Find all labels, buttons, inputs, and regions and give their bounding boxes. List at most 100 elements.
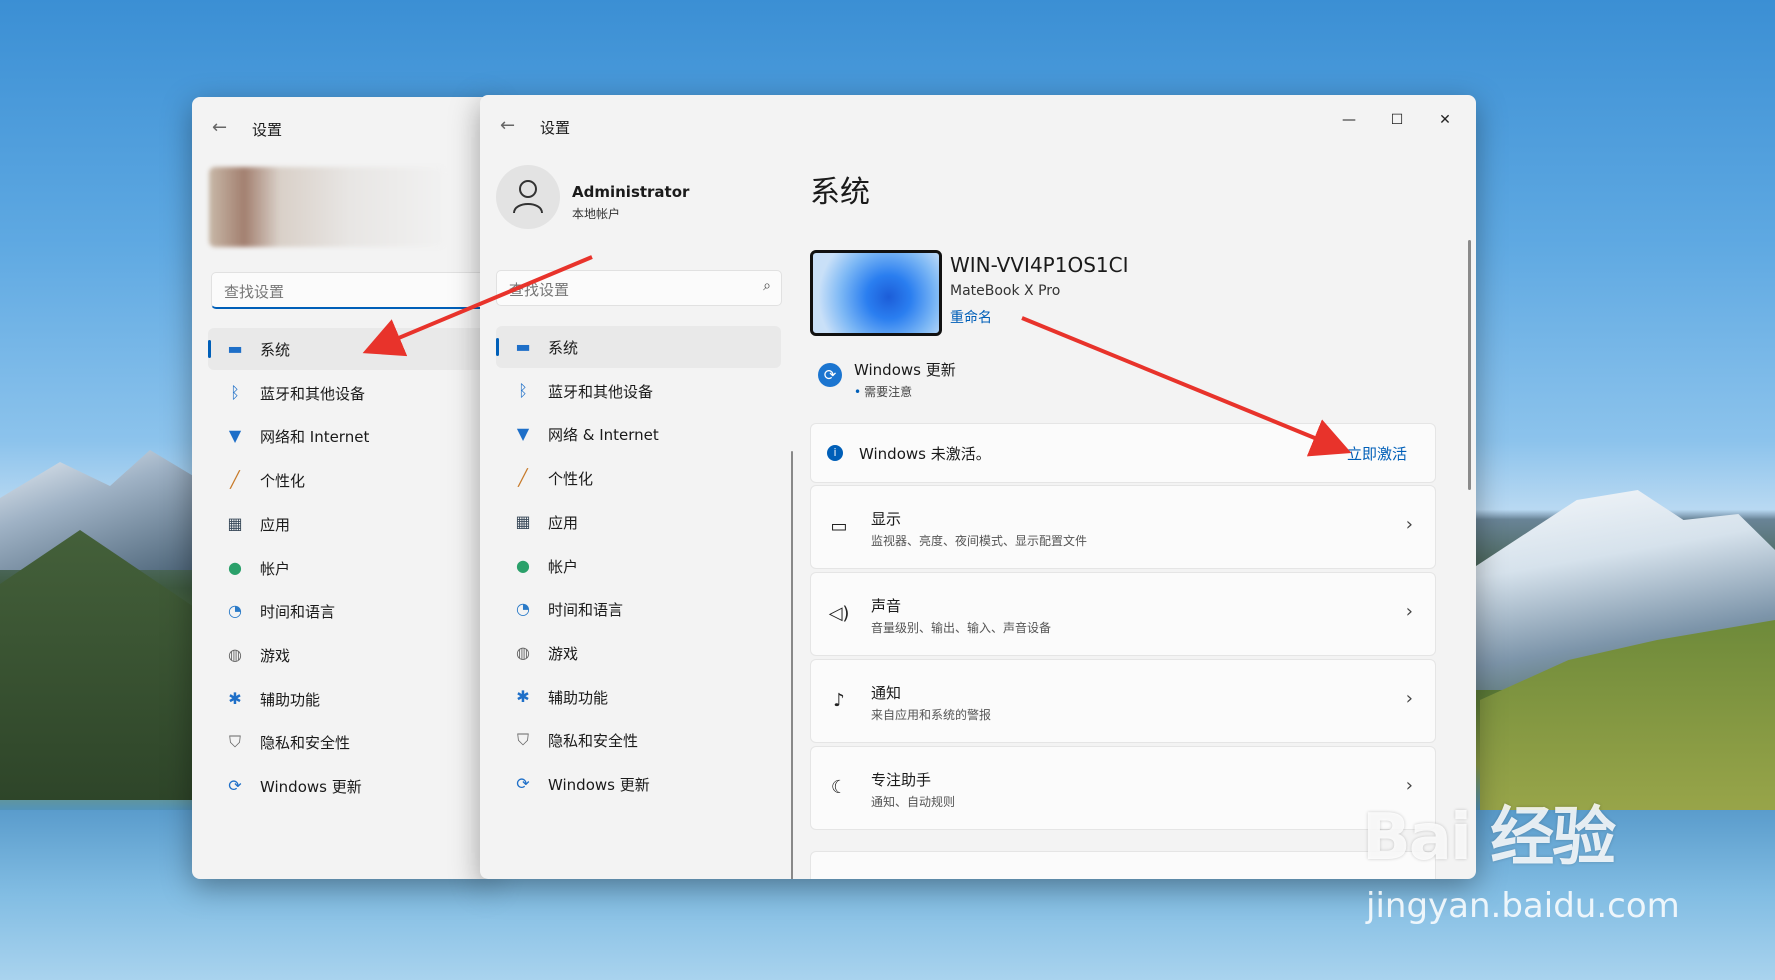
sidebar-item-2[interactable]: ▼ 网络 & Internet	[496, 413, 781, 455]
update-icon: ⟳	[228, 776, 242, 795]
back-arrow-icon[interactable]: ←	[500, 115, 515, 136]
settings-card-partial[interactable]	[810, 851, 1436, 879]
chevron-right-icon: ›	[1405, 514, 1413, 535]
titlebar: ← 设置	[192, 97, 492, 157]
clock-icon: ◔	[516, 599, 530, 619]
sidebar-item-4[interactable]: ▦ 应用	[208, 503, 492, 545]
brush-icon: ╱	[230, 470, 240, 490]
shield-icon: ⛉	[516, 730, 529, 750]
apps-icon: ▦	[515, 511, 531, 531]
search-input[interactable]: 查找设置	[211, 272, 492, 309]
page-title: 系统	[810, 175, 870, 210]
gamepad-icon: ◍	[516, 642, 530, 662]
update-icon: ⟳	[818, 363, 842, 387]
sidebar-item-3[interactable]: ╱ 个性化	[496, 457, 781, 499]
monitor-icon: ▬	[227, 339, 243, 358]
sidebar-item-label: 应用	[260, 515, 291, 534]
sidebar-item-label: 游戏	[548, 644, 579, 663]
watermark-brand: Bai 经验	[1362, 801, 1616, 875]
baidu-watermark: Bai 经验 jingyan.baidu.com	[1362, 786, 1680, 926]
profile-name: Administrator	[572, 183, 690, 201]
shield-icon: ⛉	[228, 732, 241, 752]
profile-account-type: 本地帐户	[572, 207, 621, 221]
sidebar-item-6[interactable]: ◔ 时间和语言	[208, 590, 492, 632]
device-name: WIN-VVI4P1OS1CI	[950, 253, 1129, 277]
status-text: 需要注意	[864, 385, 913, 399]
window-title: 设置	[252, 121, 283, 139]
sidebar-item-label: 游戏	[260, 646, 291, 665]
sidebar-item-3[interactable]: ╱ 个性化	[208, 459, 492, 501]
accessibility-icon: ✱	[228, 688, 242, 708]
bluetooth-icon: ᛒ	[518, 380, 528, 400]
settings-card-title: 专注助手	[871, 771, 932, 789]
sidebar-item-8[interactable]: ✱ 辅助功能	[208, 678, 492, 720]
settings-card-title: 显示	[871, 510, 902, 528]
back-arrow-icon[interactable]: ←	[212, 117, 227, 138]
search-icon[interactable]: ⌕	[763, 278, 771, 294]
monitor-icon: ▬	[515, 337, 531, 356]
chevron-right-icon: ›	[1405, 688, 1413, 709]
sidebar-item-label: Windows 更新	[260, 778, 362, 796]
sidebar-item-label: 隐私和安全性	[260, 734, 351, 753]
settings-card-subtitle: 音量级别、输出、输入、声音设备	[871, 621, 1052, 635]
rename-link[interactable]: 重命名	[950, 307, 992, 327]
sidebar-item-label: 系统	[260, 341, 291, 359]
sidebar-item-4[interactable]: ▦ 应用	[496, 501, 781, 543]
sidebar-item-label: 系统	[548, 339, 579, 357]
windows-update-title[interactable]: Windows 更新	[854, 359, 956, 380]
sidebar-item-10[interactable]: ⟳ Windows 更新	[496, 763, 781, 805]
user-icon	[513, 180, 543, 214]
device-thumbnail	[810, 250, 942, 336]
settings-card-2[interactable]: ♪ 通知 来自应用和系统的警报 ›	[810, 659, 1436, 743]
avatar[interactable]	[496, 165, 560, 229]
sidebar-item-label: 帐户	[548, 557, 579, 576]
info-icon: i	[827, 445, 843, 461]
sidebar-item-5[interactable]: ● 帐户	[496, 545, 781, 587]
sidebar-item-label: 辅助功能	[260, 690, 321, 709]
activate-now-link[interactable]: 立即激活	[1347, 443, 1407, 464]
settings-card-0[interactable]: ▭ 显示监视器、亮度、夜间模式、显示配置文件 ›	[810, 485, 1436, 569]
sidebar-item-label: 个性化	[260, 472, 306, 491]
gamepad-icon: ◍	[228, 644, 242, 664]
sidebar-item-label: 个性化	[548, 470, 594, 489]
hill-left	[0, 530, 200, 800]
sidebar-item-7[interactable]: ◍ 游戏	[208, 634, 492, 676]
scrollbar[interactable]	[1468, 240, 1471, 490]
settings-card-subtitle: 监视器、亮度、夜间模式、显示配置文件	[871, 534, 1088, 548]
activation-text: Windows 未激活。	[859, 445, 991, 463]
settings-card-1[interactable]: ◁) 声音 音量级别、输出、输入、声音设备 ›	[810, 572, 1436, 656]
blurred-profile	[209, 167, 444, 247]
sidebar-item-label: 网络 & Internet	[548, 426, 659, 445]
moon-icon: ☾	[830, 777, 848, 798]
settings-card-subtitle: 通知、自动规则	[871, 795, 956, 809]
watermark-url: jingyan.baidu.com	[1366, 886, 1680, 926]
sidebar-item-8[interactable]: ✱ 辅助功能	[496, 676, 781, 718]
display-icon: ▭	[830, 516, 848, 537]
sidebar-item-9[interactable]: ⛉ 隐私和安全性	[208, 721, 492, 763]
sidebar-item-2[interactable]: ▼ 网络和 Internet	[208, 415, 492, 457]
sidebar-item-1[interactable]: ᛒ 蓝牙和其他设备	[496, 370, 781, 412]
chevron-right-icon: ›	[1405, 601, 1413, 622]
search-input[interactable]: 查找设置 ⌕	[496, 270, 782, 306]
sidebar-item-1[interactable]: ᛒ 蓝牙和其他设备	[208, 372, 492, 414]
sidebar-item-10[interactable]: ⟳ Windows 更新	[208, 765, 492, 807]
sidebar-item-label: 帐户	[260, 559, 291, 578]
sidebar-item-6[interactable]: ◔ 时间和语言	[496, 588, 781, 630]
settings-card-3[interactable]: ☾ 专注助手 通知、自动规则 ›	[810, 746, 1436, 830]
status-dot-icon: •	[854, 385, 862, 399]
sidebar-item-0[interactable]: ▬ 系统	[208, 328, 492, 370]
windows-update-status: • 需要注意	[854, 383, 912, 400]
sidebar-item-7[interactable]: ◍ 游戏	[496, 632, 781, 674]
wifi-icon: ▼	[228, 426, 242, 446]
settings-card-subtitle: 来自应用和系统的警报	[871, 708, 992, 722]
sidebar-item-9[interactable]: ⛉ 隐私和安全性	[496, 719, 781, 761]
settings-window-front: ← 设置 — ☐ ✕ Administrator 本地帐户 查找设置 ⌕ ▬ 系统…	[480, 95, 1476, 879]
sidebar-item-0[interactable]: ▬ 系统	[496, 326, 781, 368]
selection-indicator	[496, 338, 499, 356]
clock-icon: ◔	[228, 601, 242, 621]
sidebar-item-5[interactable]: ● 帐户	[208, 547, 492, 589]
brush-icon: ╱	[518, 468, 528, 488]
sidebar-item-label: 辅助功能	[548, 688, 609, 707]
settings-window-back: ← 设置 查找设置 ▬ 系统 ᛒ 蓝牙和其他设备 ▼ 网络和 Internet ╱ 个性化 ▦ 应…	[192, 97, 492, 879]
settings-card-title: 通知	[871, 684, 902, 702]
